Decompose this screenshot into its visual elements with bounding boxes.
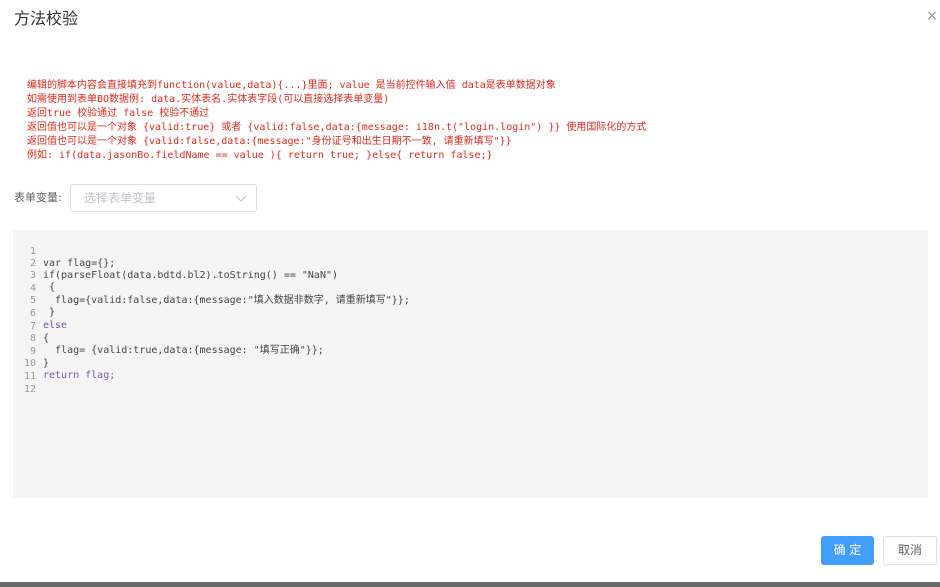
code-line: 3 {	[13, 258, 928, 293]
confirm-button[interactable]: 确 定	[821, 536, 874, 565]
form-variable-label: 表单变量:	[14, 191, 62, 204]
code-editor[interactable]: 1 var flag={}; 2 if(parseFloat(data.bdtd…	[13, 230, 928, 498]
select-placeholder: 选择表单变量	[84, 191, 157, 205]
form-variable-select[interactable]: 选择表单变量	[70, 184, 257, 212]
tip-line: 如需使用到表单BO数据例: data.实体表名.实体表字段(可以直接选择表单变量…	[27, 94, 390, 105]
code-line: 11	[13, 359, 928, 382]
dialog-title: 方法校验	[14, 9, 79, 28]
code-line: 4 flag={valid:false,data:{message:"填入数据非…	[13, 271, 928, 306]
tip-line: 返回true 校验通过 false 校验不通过	[27, 108, 210, 119]
line-number: 12	[23, 384, 36, 395]
code-line: 9 }	[13, 334, 928, 369]
tip-line: 例如: if(data.jasonBo.fieldName == value )…	[27, 150, 493, 161]
code-line: 10 return flag;	[13, 346, 928, 381]
code-line: 2 if(parseFloat(data.bdtd.bl2).toString(…	[13, 246, 928, 281]
bottom-edge	[0, 582, 940, 587]
code-line: 7 {	[13, 309, 928, 344]
tip-line: 返回值也可以是一个对象 {valid:true} 或者 {valid:false…	[27, 122, 647, 133]
tip-line: 返回值也可以是一个对象 {valid:false,data:{message:"…	[27, 136, 512, 147]
code-line: 1 var flag={};	[13, 234, 928, 269]
tip-line: 编辑的脚本内容会直接填充到function(value,data){...}里面…	[27, 80, 556, 91]
method-validation-dialog: 方法校验 × 编辑的脚本内容会直接填充到function(value,data)…	[0, 0, 940, 582]
code-line: 12	[13, 372, 928, 395]
chevron-down-icon	[235, 195, 247, 202]
close-icon[interactable]: ×	[926, 8, 938, 24]
cancel-button[interactable]: 取消	[883, 536, 937, 565]
help-tips: 编辑的脚本内容会直接填充到function(value,data){...}里面…	[27, 79, 927, 163]
code-line: 8 flag= {valid:true,data:{message: "填写正确…	[13, 321, 928, 356]
code-line: 5 }	[13, 283, 928, 318]
code-line: 6 else	[13, 296, 928, 331]
